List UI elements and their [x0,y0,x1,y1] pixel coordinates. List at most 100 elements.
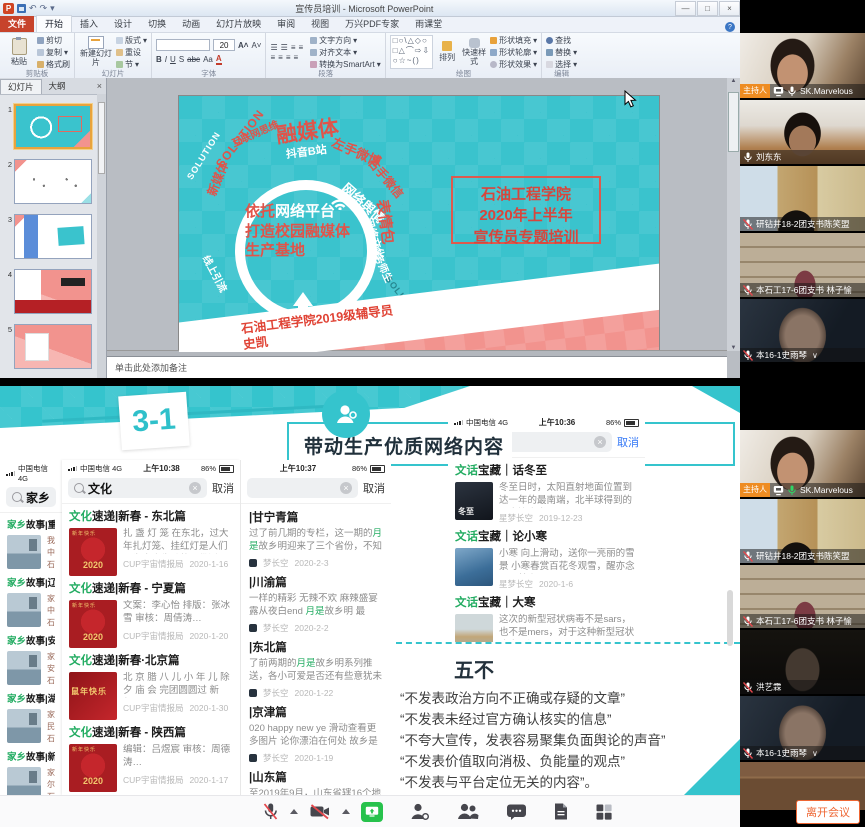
panel-scrollbar[interactable] [97,94,106,378]
numbering-button[interactable]: ☰ [281,43,288,52]
slide-thumbnail-image[interactable] [14,159,92,204]
shape-outline-button[interactable]: 形状轮廓▾ [490,47,537,58]
slide-thumbnail-image[interactable] [14,324,92,369]
shrink-font-button[interactable]: A˅ [251,41,261,50]
participants-button[interactable] [456,802,480,821]
redo-icon[interactable]: ↷ [40,4,48,13]
participant-video[interactable]: 刘东东 [740,100,865,164]
docs-button[interactable] [553,802,569,821]
reset-button[interactable]: 重设 [116,47,147,58]
slide-thumbnail-2[interactable]: 2 [0,159,106,204]
slide-thumbnail-3[interactable]: 3 [0,214,106,259]
shadow-button[interactable]: S [179,55,184,64]
participant-video[interactable]: 本16-1史雨琴∨ [740,696,865,760]
ribbon-tab-0[interactable]: 文件 [0,16,34,32]
slide-thumbnail-1[interactable]: 1 [0,104,106,149]
slide-thumbnail-4[interactable]: 4 [0,269,106,314]
source-logo-icon [249,689,257,697]
slide-thumbnail-image[interactable] [14,214,92,259]
apps-button[interactable] [595,803,613,821]
share-screen-button[interactable] [361,802,383,822]
change-case-button[interactable]: Aa [203,55,213,64]
paste-button[interactable]: 粘贴 [4,35,34,69]
article-title: 文化速递|新春 - 宁夏篇 [69,580,233,596]
participant-video[interactable]: 洪艺霖 [740,630,865,694]
ribbon-tab-4[interactable]: 切换 [140,16,174,32]
arrange-button[interactable]: 排列 [436,35,458,69]
participant-video[interactable]: 本石工17-6团支书 林子愉 [740,233,865,297]
cut-button[interactable]: 剪切 [37,35,70,46]
close-button[interactable]: × [719,1,740,16]
font-color-button[interactable]: A [216,54,222,65]
find-button[interactable]: 查找 [546,35,577,46]
article-description: 扎 盏 灯 笼 在东北，过大年扎灯笼、挂红灯是人们最为喜庆生动的民俗活动… [123,528,233,554]
layout-button[interactable]: 版式▾ [116,35,147,46]
line-spacing-button[interactable]: ≡ [299,43,304,52]
save-icon[interactable] [17,4,26,13]
article-text-fragment: 家 安 石 [47,651,55,687]
participant-video[interactable]: 研钻井18-2团支书陈笑盟 [740,499,865,563]
powerpoint-logo-icon[interactable]: P [3,3,14,14]
ribbon-tab-5[interactable]: 动画 [174,16,208,32]
copy-button[interactable]: 复制▾ [37,47,70,58]
slide-canvas[interactable]: 融媒体抖音B站左手微博右手微信网络舆情网络文化表情包SOLUTION互联网思维新… [179,96,659,352]
slide-thumbnail-image[interactable] [14,104,92,149]
help-icon[interactable]: ? [725,22,735,32]
slide-thumbnail-5[interactable]: 5 [0,324,106,369]
leave-meeting-button[interactable]: 离开会议 [796,800,860,824]
bullets-button[interactable]: ☰ [270,43,277,52]
align-left-button[interactable]: ≡ [270,53,275,62]
new-slide-button[interactable]: 新建幻灯片 [79,35,113,69]
mic-options-caret[interactable] [290,809,298,814]
slide-thumbnail-image[interactable] [14,269,92,314]
ribbon-tab-6[interactable]: 幻灯片放映 [208,16,269,32]
scrollbar-thumb [727,590,733,646]
align-center-button[interactable]: ≡ [278,53,283,62]
tab-outline[interactable]: 大纲 [42,79,73,93]
participant-video[interactable]: 本16-1史雨琴∨ [740,299,865,362]
shapes-gallery[interactable]: □○\△◇○ □△⌒⇨⇩ ○☆~() [390,35,433,69]
font-size-box[interactable]: 20 [213,39,235,51]
chevron-down-icon[interactable]: ∨ [812,749,818,758]
strikethrough-button[interactable]: abc [187,55,200,64]
ribbon-tab-10[interactable]: 雨课堂 [407,16,450,32]
participant-video[interactable]: 主持人 SK.Marvelous [740,430,865,497]
participant-video[interactable]: 主持人 SK.Marvelous [740,33,865,98]
participant-video[interactable]: 研钻井18-2团支书陈笑盟 [740,166,865,231]
italic-button[interactable]: I [165,55,167,64]
camera-options-caret[interactable] [342,809,350,814]
undo-icon[interactable]: ↶ [29,4,37,13]
justify-button[interactable]: ≡ [294,53,299,62]
tab-slides[interactable]: 幻灯片 [0,79,42,94]
indent-button[interactable]: ≡ [291,43,296,52]
participant-video[interactable]: 本石工17-6团支书 林子愉 [740,565,865,628]
invite-button[interactable] [409,802,430,821]
ribbon-tab-8[interactable]: 视图 [303,16,337,32]
replace-button[interactable]: 替换▾ [546,47,577,58]
ribbon-tab-2[interactable]: 插入 [72,16,106,32]
align-right-button[interactable]: ≡ [286,53,291,62]
mic-muted-button[interactable] [262,802,279,821]
grow-font-button[interactable]: A˄ [238,41,248,50]
ribbon-tab-3[interactable]: 设计 [106,16,140,32]
article-meta: CUP宇宙情报局2020-1-20 [123,630,233,642]
ribbon-tab-9[interactable]: 万兴PDF专家 [337,16,407,32]
align-text-button[interactable]: 对齐文本▾ [310,47,381,58]
shape-fill-button[interactable]: 形状填充▾ [490,35,537,46]
notes-input[interactable]: 单击此处添加备注 [107,356,727,378]
panel-close-icon[interactable]: × [97,81,106,91]
stage-scrollbar[interactable]: ▲ ▼ [727,78,740,351]
text-direction-button[interactable]: 文字方向▾ [310,35,381,46]
ribbon-tab-7[interactable]: 审阅 [269,16,303,32]
ribbon-tab-1[interactable]: 开始 [36,15,72,32]
minimize-button[interactable]: — [675,1,696,16]
chevron-down-icon[interactable]: ∨ [812,351,818,360]
slide-editor[interactable]: 融媒体抖音B站左手微博右手微信网络舆情网络文化表情包SOLUTION互联网思维新… [107,78,740,378]
underline-button[interactable]: U [170,55,176,64]
bold-button[interactable]: B [156,55,162,64]
chat-button[interactable] [506,803,527,821]
camera-muted-button[interactable] [309,803,331,820]
font-name-box[interactable] [156,39,210,51]
quick-styles-button[interactable]: 快速样式 [461,35,487,69]
maximize-button[interactable]: □ [697,1,718,16]
